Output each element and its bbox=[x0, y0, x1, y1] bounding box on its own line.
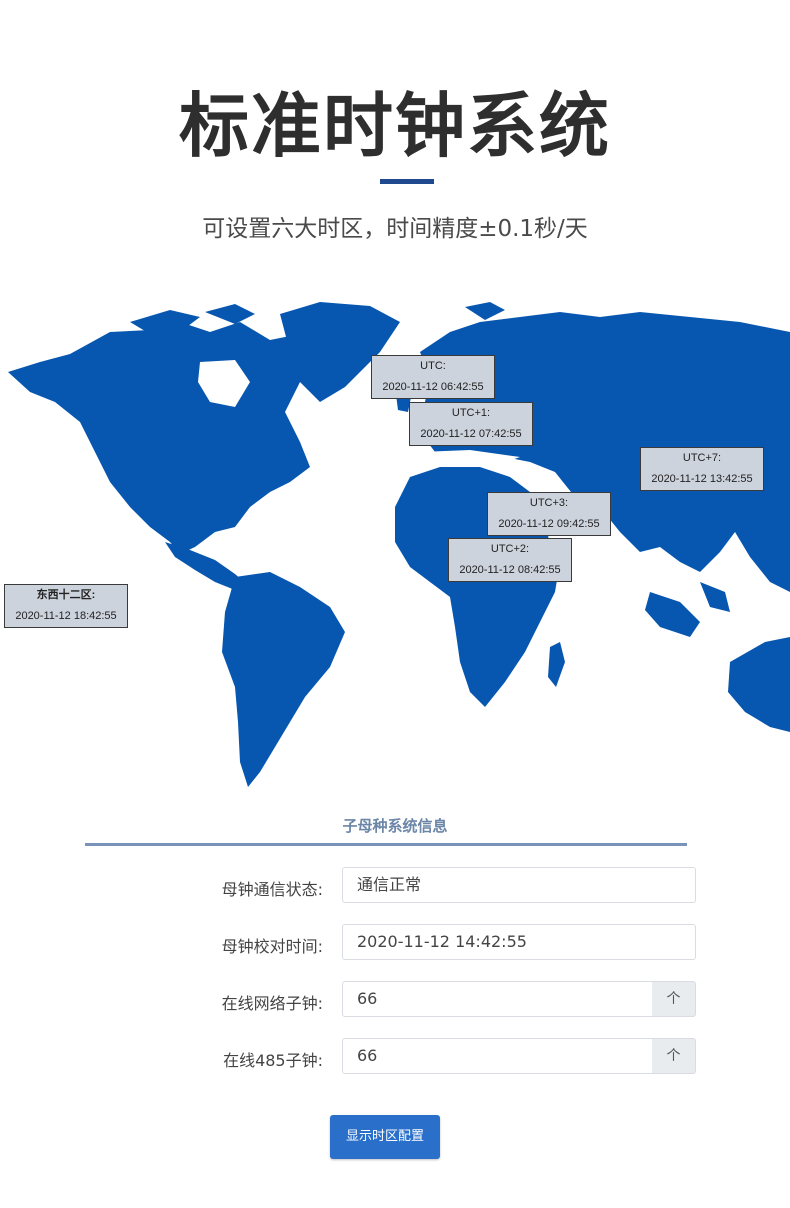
row-485-clocks: 在线485子钟: 66 个 bbox=[0, 1038, 790, 1076]
panel-divider bbox=[85, 843, 687, 846]
network-clocks-unit: 个 bbox=[652, 981, 696, 1017]
show-timezone-config-button[interactable]: 显示时区配置 bbox=[330, 1115, 440, 1159]
timezone-time: 2020-11-12 18:42:55 bbox=[15, 610, 117, 622]
timezone-time: 2020-11-12 07:42:55 bbox=[420, 428, 522, 440]
timezone-box-utc-12: 东西十二区: 2020-11-12 18:42:55 bbox=[4, 584, 128, 628]
timezone-name: UTC+1: bbox=[451, 407, 491, 419]
network-clocks-label: 在线网络子钟: bbox=[221, 994, 323, 1013]
rs485-clocks-unit: 个 bbox=[652, 1038, 696, 1074]
timezone-name: UTC+7: bbox=[682, 452, 722, 464]
rs485-clocks-field[interactable]: 66 bbox=[342, 1038, 653, 1074]
master-clock-time-field[interactable]: 2020-11-12 14:42:55 bbox=[342, 924, 696, 960]
timezone-time: 2020-11-12 13:42:55 bbox=[651, 473, 753, 485]
page-title: 标准时钟系统 bbox=[179, 85, 611, 167]
timezone-name: 东西十二区: bbox=[36, 589, 96, 601]
timezone-box-utc-plus-1: UTC+1: 2020-11-12 07:42:55 bbox=[409, 402, 533, 446]
timezone-name: UTC: bbox=[420, 360, 446, 372]
timezone-name: UTC+2: bbox=[490, 543, 530, 555]
timezone-box-utc-plus-2: UTC+2: 2020-11-12 08:42:55 bbox=[448, 538, 572, 582]
row-master-clock-status: 母钟通信状态: 通信正常 bbox=[0, 867, 790, 905]
master-clock-status-field[interactable]: 通信正常 bbox=[342, 867, 696, 903]
master-clock-status-label: 母钟通信状态: bbox=[221, 880, 323, 899]
master-clock-time-label: 母钟校对时间: bbox=[221, 937, 323, 956]
timezone-box-utc: UTC: 2020-11-12 06:42:55 bbox=[371, 355, 495, 399]
timezone-time: 2020-11-12 09:42:55 bbox=[498, 518, 600, 530]
timezone-name: UTC+3: bbox=[529, 497, 569, 509]
row-network-clocks: 在线网络子钟: 66 个 bbox=[0, 981, 790, 1019]
title-underline bbox=[380, 179, 434, 184]
timezone-time: 2020-11-12 08:42:55 bbox=[459, 564, 561, 576]
timezone-box-utc-plus-3: UTC+3: 2020-11-12 09:42:55 bbox=[487, 492, 611, 536]
network-clocks-field[interactable]: 66 bbox=[342, 981, 653, 1017]
page-subtitle: 可设置六大时区，时间精度±0.1秒/天 bbox=[202, 216, 588, 242]
panel-title: 子母种系统信息 bbox=[342, 817, 448, 835]
row-master-clock-time: 母钟校对时间: 2020-11-12 14:42:55 bbox=[0, 924, 790, 962]
rs485-clocks-label: 在线485子钟: bbox=[223, 1051, 323, 1070]
timezone-time: 2020-11-12 06:42:55 bbox=[382, 381, 484, 393]
timezone-box-utc-plus-7: UTC+7: 2020-11-12 13:42:55 bbox=[640, 447, 764, 491]
